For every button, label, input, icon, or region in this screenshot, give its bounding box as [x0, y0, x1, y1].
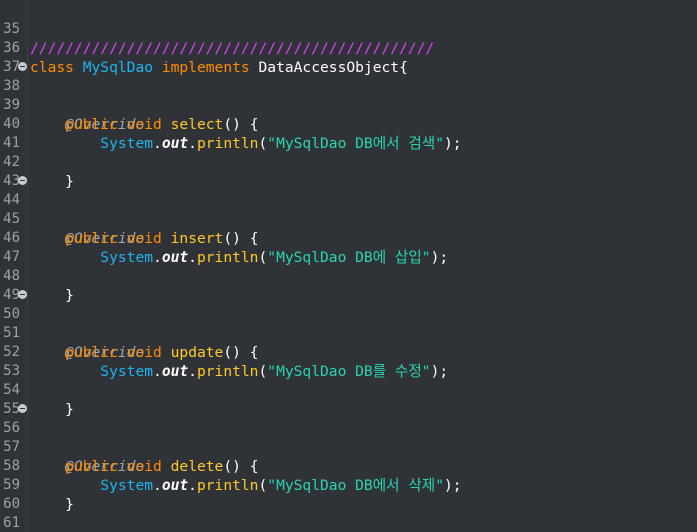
fold-toggle-icon[interactable] [18, 62, 27, 71]
code-line[interactable]: 42 } [0, 134, 697, 190]
code-line[interactable]: 62 [0, 514, 697, 532]
code-line[interactable]: 48 } [0, 248, 697, 304]
code-line[interactable]: 39 public void select() { [0, 77, 697, 133]
code-line[interactable]: 46 System.out.println("MySqlDao DB에 삽입")… [0, 210, 697, 266]
code-line[interactable]: 41 [0, 115, 697, 151]
code-line[interactable]: 58 System.out.println("MySqlDao DB에서 삭제"… [0, 438, 697, 494]
code-line[interactable]: 53 [0, 343, 697, 379]
code-line[interactable]: 52 System.out.println("MySqlDao DB를 수정")… [0, 324, 697, 380]
code-line[interactable]: 43 [0, 153, 697, 189]
code-line[interactable]: 38 @Override [0, 58, 697, 133]
code-line[interactable]: 49 [0, 267, 697, 303]
code-line[interactable]: 50 @Override [0, 286, 697, 361]
code-line[interactable]: 57 public void delete() { [0, 419, 697, 475]
code-line[interactable]: 56 @Override [0, 400, 697, 475]
code-line[interactable]: 44 @Override [0, 172, 697, 247]
fold-toggle-icon[interactable] [18, 404, 27, 413]
code-line[interactable]: 51 public void update() { [0, 305, 697, 361]
code-line[interactable]: 54 } [0, 362, 697, 418]
code-line[interactable]: 60 [0, 476, 697, 512]
code-line[interactable]: 45 public void insert() { [0, 191, 697, 247]
fold-toggle-icon[interactable] [18, 290, 27, 299]
fold-toggle-icon[interactable] [18, 176, 27, 185]
code-line[interactable]: 55 [0, 381, 697, 417]
code-editor[interactable]: 35 /////////////////////////////////////… [0, 0, 697, 532]
code-line[interactable]: 36 class MySqlDao implements DataAccessO… [0, 20, 697, 76]
code-line[interactable]: 37 [0, 39, 697, 75]
code-line[interactable]: 40 System.out.println("MySqlDao DB에서 검색"… [0, 96, 697, 152]
code-line[interactable]: 47 [0, 229, 697, 265]
code-line[interactable]: 61 } [0, 495, 697, 531]
code-line[interactable]: 59 } [0, 457, 697, 513]
code-line[interactable]: 35 /////////////////////////////////////… [0, 1, 697, 57]
